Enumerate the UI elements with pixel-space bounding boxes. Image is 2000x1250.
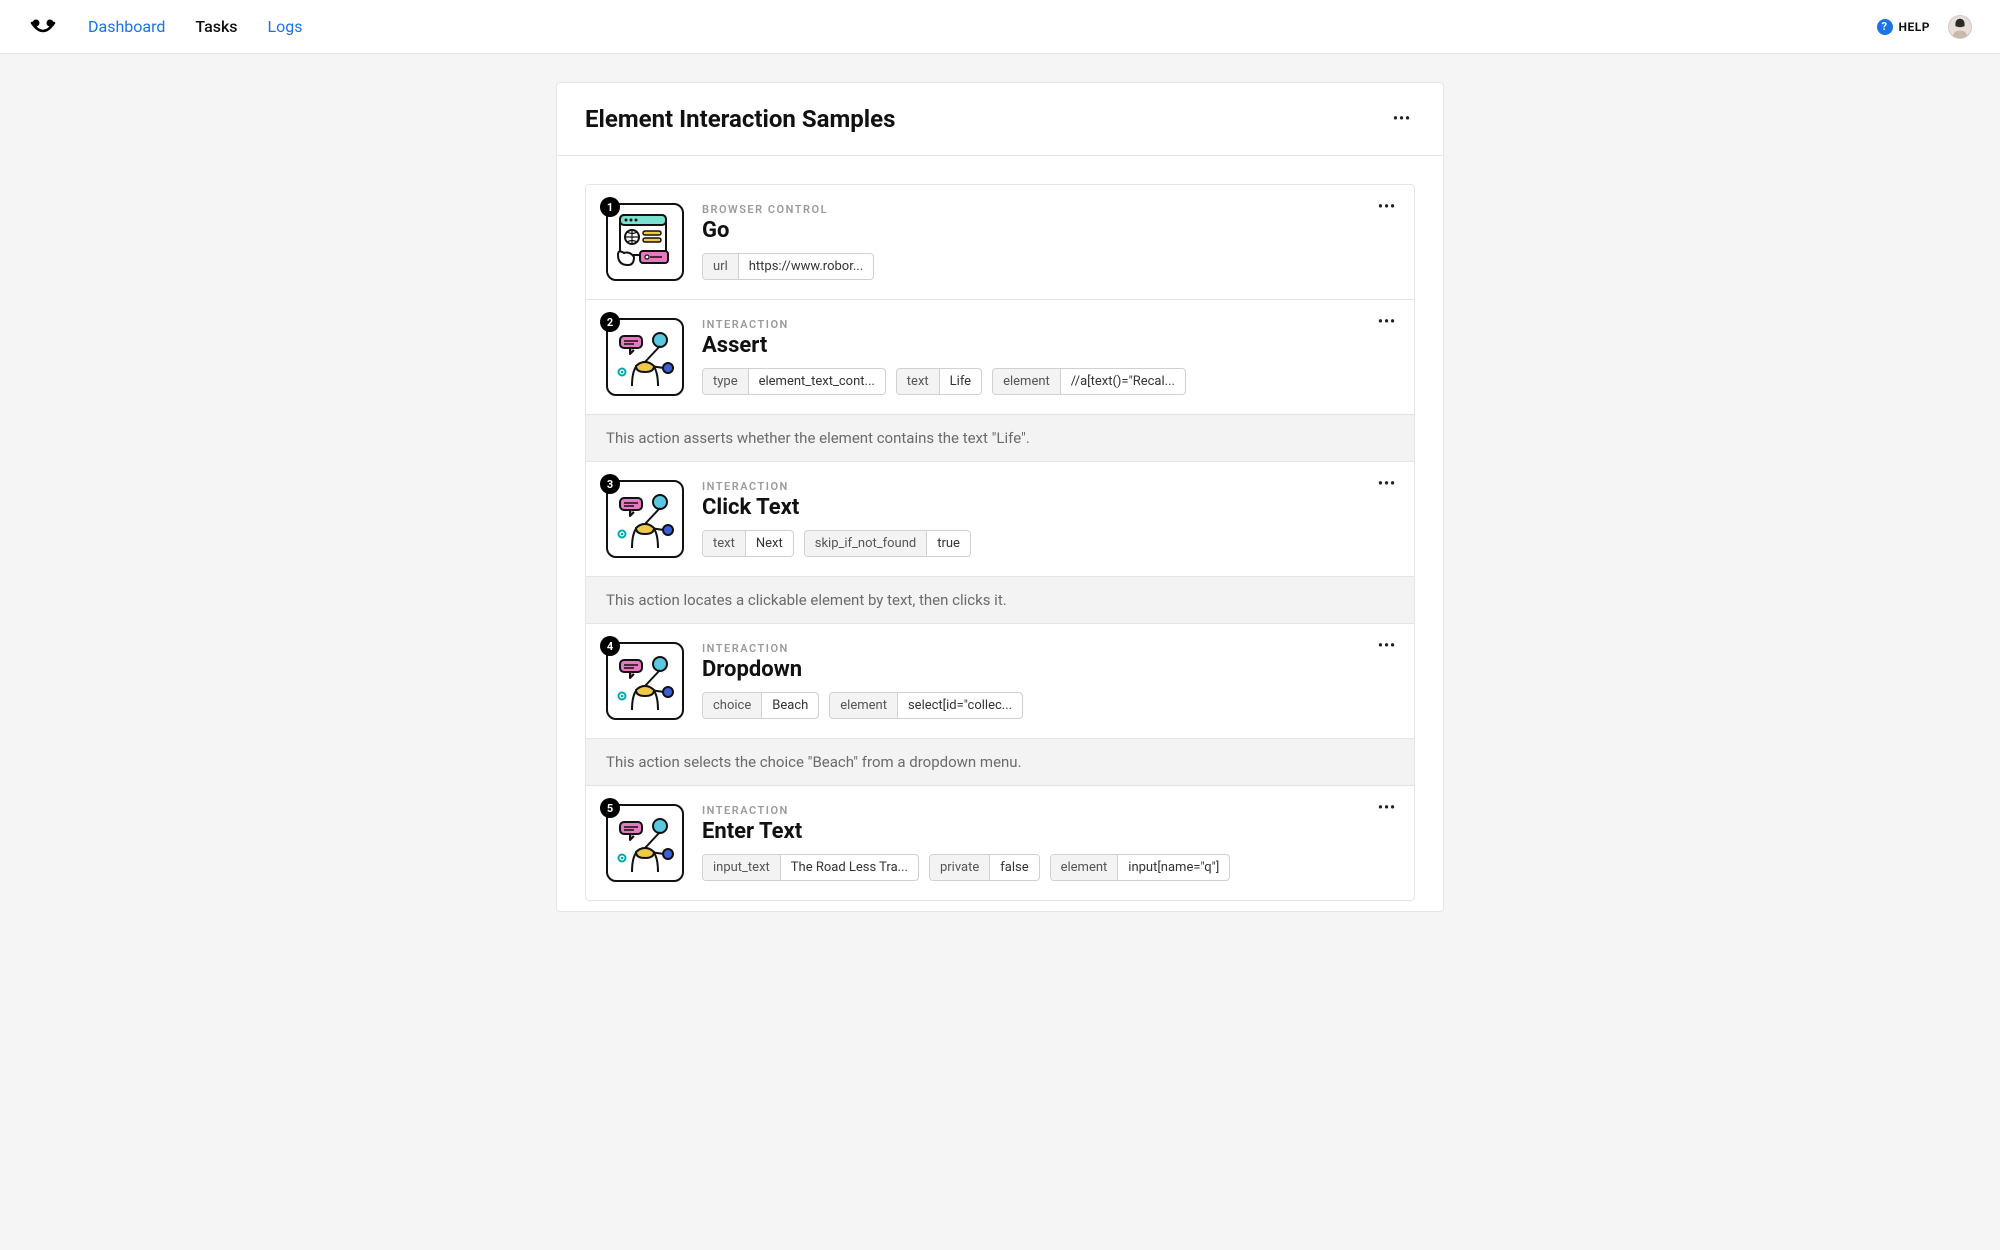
param-value: element_text_cont... [749,369,885,394]
steps-list: ••• 1 BROWSER CONTROL Go urlhttps://www.rob… [557,156,1443,911]
param-value: true [927,531,970,556]
param-value: //a[text()="Recal... [1061,369,1185,394]
param[interactable]: urlhttps://www.robor... [702,253,874,280]
card-title: Element Interaction Samples [585,105,895,133]
param-key: type [703,369,749,394]
step-title: Go [702,218,1394,243]
top-bar: Dashboard Tasks Logs ? HELP [0,0,2000,54]
param-value: input[name="q"] [1118,855,1229,880]
param-key: element [830,693,898,718]
step-description: This action selects the choice "Beach" f… [586,738,1414,785]
step-title: Click Text [702,495,1394,520]
step-more-button[interactable]: ••• [1378,476,1396,492]
param[interactable]: choiceBeach [702,692,819,719]
dog-nose-icon [28,17,58,37]
card-header: Element Interaction Samples ••• [557,83,1443,156]
step-category: INTERACTION [702,318,1394,331]
step-params: input_textThe Road Less Tra... privatefal… [702,854,1394,881]
step-icon-wrap: 1 [606,203,684,281]
step-category: BROWSER CONTROL [702,203,1394,216]
main-nav: Dashboard Tasks Logs [88,17,303,36]
interaction-icon [606,642,684,720]
browser-icon [606,203,684,281]
step-category: INTERACTION [702,480,1394,493]
param[interactable]: privatefalse [929,854,1040,881]
step[interactable]: ••• 4 INTERACTION Dropdown choiceBeach eleme… [585,624,1415,786]
task-card: Element Interaction Samples ••• ••• 1 BRO… [556,82,1444,912]
nav-item-dashboard[interactable]: Dashboard [88,17,165,36]
card-more-button[interactable]: ••• [1389,107,1415,131]
param-key: input_text [703,855,781,880]
step-more-button[interactable]: ••• [1378,800,1396,816]
step-title: Assert [702,333,1394,358]
param-key: element [1051,855,1119,880]
step-category: INTERACTION [702,804,1394,817]
avatar[interactable] [1948,15,1972,39]
step-title: Enter Text [702,819,1394,844]
param-value: Beach [762,693,818,718]
param[interactable]: elementselect[id="collec... [829,692,1023,719]
step-number-badge: 3 [600,474,620,494]
param-value: The Road Less Tra... [781,855,918,880]
nav-item-tasks[interactable]: Tasks [195,17,237,36]
step-number-badge: 1 [600,197,620,217]
step-number-badge: 4 [600,636,620,656]
param[interactable]: skip_if_not_foundtrue [804,530,971,557]
step-icon-wrap: 2 [606,318,684,396]
help-button[interactable]: ? HELP [1877,19,1930,35]
step-params: urlhttps://www.robor... [702,253,1394,280]
param-key: url [703,254,739,279]
step-category: INTERACTION [702,642,1394,655]
logo[interactable] [28,17,58,37]
step-title: Dropdown [702,657,1394,682]
help-label: HELP [1899,20,1930,34]
param-key: skip_if_not_found [805,531,928,556]
step-more-button[interactable]: ••• [1378,638,1396,654]
step-description: This action asserts whether the element … [586,414,1414,461]
param-value: false [990,855,1038,880]
param-key: private [930,855,990,880]
interaction-icon [606,480,684,558]
step-icon-wrap: 4 [606,642,684,720]
step-params: textNext skip_if_not_foundtrue [702,530,1394,557]
step-number-badge: 2 [600,312,620,332]
interaction-icon [606,804,684,882]
step-more-button[interactable]: ••• [1378,314,1396,330]
step[interactable]: ••• 1 BROWSER CONTROL Go urlhttps://www.rob… [585,184,1415,300]
param[interactable]: input_textThe Road Less Tra... [702,854,919,881]
param-key: text [703,531,746,556]
param-key: element [993,369,1061,394]
step-number-badge: 5 [600,798,620,818]
step[interactable]: ••• 5 INTERACTION Enter Text input_textThe … [585,786,1415,901]
avatar-image [1949,16,1971,38]
param-value: https://www.robor... [739,254,873,279]
param-key: choice [703,693,762,718]
help-icon: ? [1877,19,1893,35]
step-icon-wrap: 3 [606,480,684,558]
step[interactable]: ••• 2 INTERACTION Assert typeelement_text_c… [585,300,1415,462]
param[interactable]: textNext [702,530,794,557]
param-value: select[id="collec... [898,693,1022,718]
step-more-button[interactable]: ••• [1378,199,1396,215]
param-value: Next [746,531,793,556]
nav-item-logs[interactable]: Logs [268,17,303,36]
step[interactable]: ••• 3 INTERACTION Click Text textNext skip_i… [585,462,1415,624]
param[interactable]: element//a[text()="Recal... [992,368,1186,395]
param-value: Life [940,369,981,394]
param-key: text [897,369,940,394]
step-params: typeelement_text_cont... textLife element/… [702,368,1394,395]
step-icon-wrap: 5 [606,804,684,882]
param[interactable]: textLife [896,368,982,395]
step-params: choiceBeach elementselect[id="collec... [702,692,1394,719]
interaction-icon [606,318,684,396]
param[interactable]: typeelement_text_cont... [702,368,886,395]
param[interactable]: elementinput[name="q"] [1050,854,1231,881]
step-description: This action locates a clickable element … [586,576,1414,623]
